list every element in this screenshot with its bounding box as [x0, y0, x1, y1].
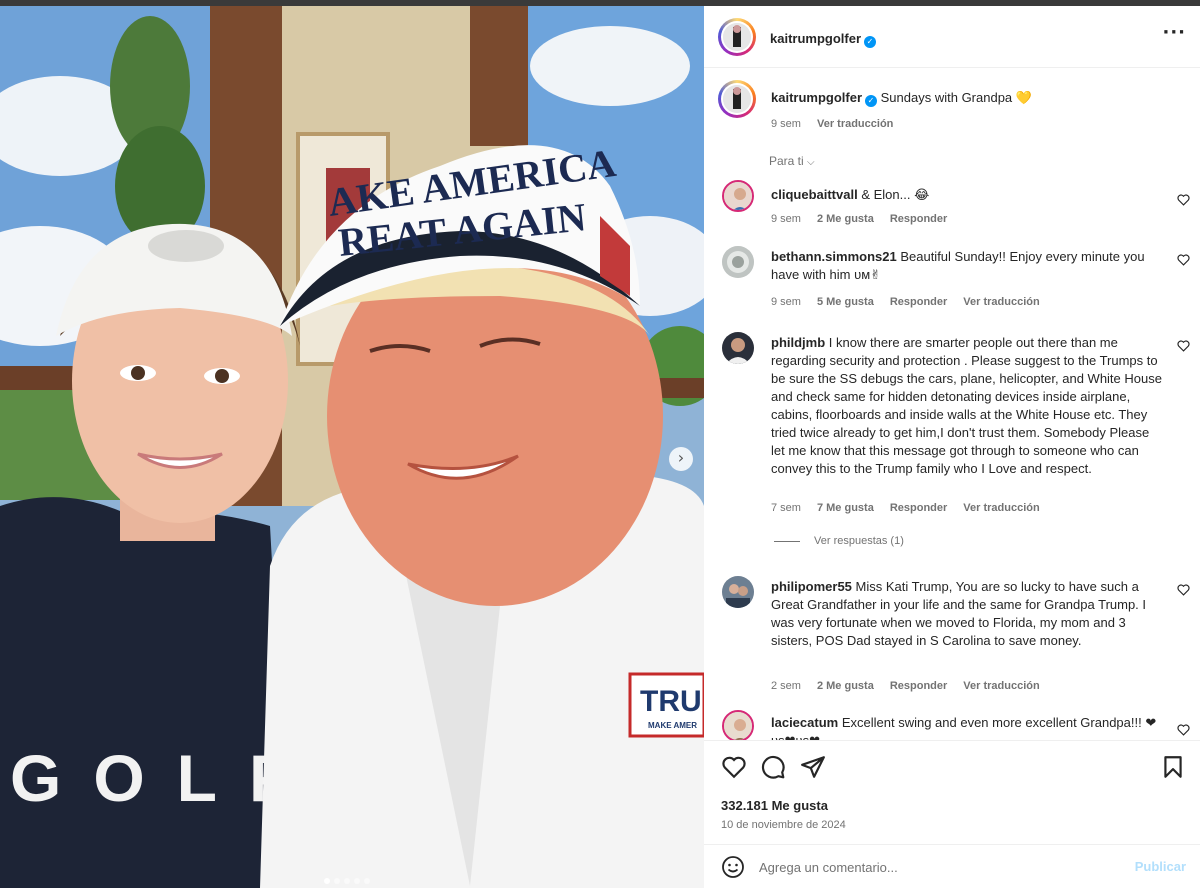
caption-meta: 9 sem Ver traducción — [771, 118, 893, 130]
badge-subprint: MAKE AMER — [648, 721, 697, 730]
next-photo-button[interactable]: › — [669, 447, 693, 471]
reply-button[interactable]: Responder — [890, 296, 947, 308]
comment-text-wrap: cliquebaittvall & Elon... 😂 — [771, 186, 1164, 204]
comment-time: 9 sem — [771, 213, 801, 225]
comment-input[interactable] — [759, 853, 1119, 881]
comment-likes[interactable]: 5 Me gusta — [817, 296, 874, 308]
badge-print: TRU — [640, 685, 702, 718]
comment-meta: 9 sem 5 Me gusta Responder Ver traducció… — [771, 296, 1040, 308]
comment-text-wrap: laciecatum Excellent swing and even more… — [771, 714, 1164, 740]
avatar-image — [722, 332, 754, 364]
caption-avatar[interactable] — [718, 80, 756, 118]
like-comment-heart-icon[interactable] — [1177, 584, 1190, 596]
comment-username[interactable]: cliquebaittvall — [771, 187, 858, 202]
emoji-icon[interactable] — [721, 855, 745, 879]
carousel-dot — [334, 878, 340, 884]
post-side-panel: kaitrumpgolfer ✓ ··· kaitrumpgolfer ✓ Sund… — [704, 6, 1200, 888]
add-comment-bar: Publicar — [704, 844, 1200, 888]
header-username-wrap: kaitrumpgolfer ✓ — [770, 30, 877, 48]
commenter-avatar[interactable] — [722, 576, 754, 608]
carousel-dot — [364, 878, 370, 884]
comments-list[interactable]: kaitrumpgolfer ✓ Sundays with Grandpa 💛 9… — [704, 68, 1200, 740]
author-avatar[interactable] — [718, 18, 756, 56]
comment-likes[interactable]: 2 Me gusta — [817, 680, 874, 692]
share-send-icon[interactable] — [800, 754, 826, 780]
more-options-icon[interactable]: ··· — [1162, 22, 1186, 43]
comment-text: & Elon... 😂 — [861, 187, 930, 202]
avatar-image — [724, 712, 752, 740]
photo-illustration: GOLF TRU MAKE AMER AKE AMERICA REAT AGAI… — [0, 6, 704, 888]
header-username[interactable]: kaitrumpgolfer — [770, 31, 861, 46]
save-bookmark-icon[interactable] — [1160, 754, 1186, 780]
caption-see-translation[interactable]: Ver traducción — [817, 118, 893, 130]
carousel-dots — [324, 878, 370, 884]
avatar-image — [723, 23, 751, 51]
caption-text: Sundays with Grandpa 💛 — [880, 90, 1032, 105]
reply-button[interactable]: Responder — [890, 213, 947, 225]
post-photo[interactable]: GOLF TRU MAKE AMER AKE AMERICA REAT AGAI… — [0, 6, 704, 888]
reply-button[interactable]: Responder — [890, 680, 947, 692]
like-comment-heart-icon[interactable] — [1177, 724, 1190, 736]
comment-text-wrap: bethann.simmons21 Beautiful Sunday!! Enj… — [771, 248, 1164, 284]
carousel-dot — [354, 878, 360, 884]
view-replies-label: Ver respuestas (1) — [814, 535, 904, 547]
like-comment-heart-icon[interactable] — [1177, 254, 1190, 266]
see-translation-button[interactable]: Ver traducción — [963, 296, 1039, 308]
comment-username[interactable]: phildjmb — [771, 335, 825, 350]
post-header: kaitrumpgolfer ✓ ··· — [704, 6, 1200, 68]
sort-label: Para ti — [769, 154, 804, 168]
comment-text-wrap: phildjmb I know there are smarter people… — [771, 334, 1164, 478]
comment-bubble-icon[interactable] — [760, 754, 786, 780]
view-replies-button[interactable]: Ver respuestas (1) — [774, 535, 904, 547]
commenter-avatar[interactable] — [722, 710, 754, 740]
comment-time: 2 sem — [771, 680, 801, 692]
avatar-image — [722, 246, 754, 278]
sort-comments-dropdown[interactable]: Para ti ⌵ — [769, 154, 815, 168]
comment-username[interactable]: bethann.simmons21 — [771, 249, 897, 264]
avatar-image — [723, 85, 751, 113]
like-comment-heart-icon[interactable] — [1177, 194, 1190, 206]
caption-text-wrap: kaitrumpgolfer ✓ Sundays with Grandpa 💛 — [771, 89, 1164, 107]
comment-text: I know there are smarter people out ther… — [771, 335, 1162, 476]
publish-button[interactable]: Publicar — [1135, 859, 1186, 874]
see-translation-button[interactable]: Ver traducción — [963, 502, 1039, 514]
caption-time: 9 sem — [771, 118, 801, 130]
comment-likes[interactable]: 2 Me gusta — [817, 213, 874, 225]
comment-username[interactable]: philipomer55 — [771, 579, 852, 594]
see-translation-button[interactable]: Ver traducción — [963, 680, 1039, 692]
commenter-avatar[interactable] — [722, 180, 754, 212]
commenter-avatar[interactable] — [722, 332, 754, 364]
reply-button[interactable]: Responder — [890, 502, 947, 514]
comment-time: 9 sem — [771, 296, 801, 308]
comment-likes[interactable]: 7 Me gusta — [817, 502, 874, 514]
comment-text-wrap: philipomer55 Miss Kati Trump, You are so… — [771, 578, 1164, 650]
caption-username[interactable]: kaitrumpgolfer — [771, 90, 862, 105]
avatar-image — [724, 182, 752, 210]
comment-time: 7 sem — [771, 502, 801, 514]
commenter-avatar[interactable] — [722, 246, 754, 278]
likes-count[interactable]: 332.181 Me gusta — [721, 798, 828, 813]
verified-icon: ✓ — [865, 95, 878, 107]
comment-username[interactable]: laciecatum — [771, 715, 838, 730]
post-actions: 332.181 Me gusta 10 de noviembre de 2024 — [704, 740, 1200, 844]
avatar-image — [722, 576, 754, 608]
comment-meta: 9 sem 2 Me gusta Responder — [771, 213, 947, 225]
chevron-down-icon: ⌵ — [807, 157, 815, 168]
like-comment-heart-icon[interactable] — [1177, 340, 1190, 352]
comment-meta: 7 sem 7 Me gusta Responder Ver traducció… — [771, 502, 1040, 514]
post-date: 10 de noviembre de 2024 — [721, 819, 846, 831]
like-heart-icon[interactable] — [721, 754, 747, 780]
verified-icon: ✓ — [864, 36, 877, 48]
comment-meta: 2 sem 2 Me gusta Responder Ver traducció… — [771, 680, 1040, 692]
carousel-dot — [324, 878, 330, 884]
replies-divider-line — [774, 540, 800, 542]
carousel-dot — [344, 878, 350, 884]
